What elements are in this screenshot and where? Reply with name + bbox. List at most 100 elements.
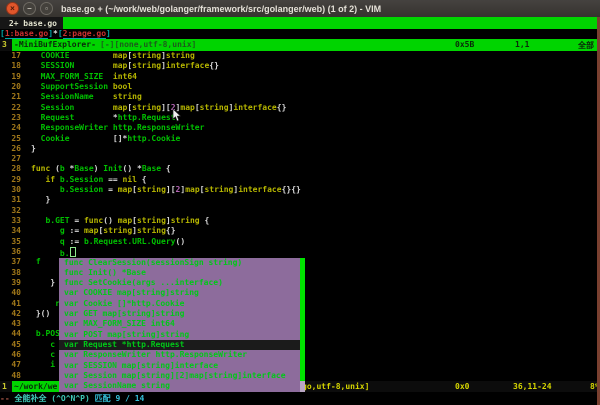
line-number: 24: [0, 123, 21, 133]
code-text: r: [31, 299, 60, 309]
completion-item[interactable]: var COOKIE map[string]string: [59, 288, 300, 298]
line-number: 36: [0, 247, 21, 257]
completion-item[interactable]: var GET map[string]string: [59, 309, 300, 319]
completion-popup: func ClearSession(sessionSign string)fun…: [59, 258, 305, 392]
line-number: 33: [0, 216, 21, 226]
line-number: 17: [0, 51, 21, 61]
completion-item[interactable]: var MAX_FORM_SIZE int64: [59, 319, 300, 329]
buffer-tab-page[interactable]: [2:page.go]: [58, 29, 111, 39]
mouse-pointer-icon: [172, 108, 181, 122]
popup-scrollbar-thumb[interactable]: [300, 258, 305, 382]
statusline-ruler: 1,1: [515, 40, 529, 49]
line-number: 29: [0, 175, 21, 185]
code-line[interactable]: 27: [0, 154, 600, 164]
maximize-button[interactable]: ▫: [40, 2, 53, 15]
code-line[interactable]: 29 if b.Session == nil {: [0, 175, 600, 185]
code-line[interactable]: 18 SESSION map[string]interface{}: [0, 61, 600, 71]
code-line[interactable]: 30 b.Session = map[string][2]map[string]…: [0, 185, 600, 195]
completion-item[interactable]: func Init() *Base: [59, 268, 300, 278]
statusline-percent: 全部: [578, 40, 594, 51]
code-text: if b.Session == nil {: [31, 175, 147, 185]
line-number: 31: [0, 195, 21, 205]
code-line[interactable]: 17 COOKIE map[string]string: [0, 51, 600, 61]
code-text: MAX_FORM_SIZE int64: [31, 72, 137, 82]
code-line[interactable]: 35 q := b.Request.URL.Query(): [0, 237, 600, 247]
tab-label[interactable]: 2+ base.go: [4, 19, 62, 28]
code-line[interactable]: 26}: [0, 144, 600, 154]
code-line[interactable]: 33 b.GET = func() map[string]string {: [0, 216, 600, 226]
code-text: SessionName string: [31, 92, 142, 102]
code-line[interactable]: 28 func (b *Base) Init() *Base {: [0, 164, 600, 174]
line-number: 45: [0, 340, 21, 350]
code-text: i: [31, 360, 55, 370]
line-number: 21: [0, 92, 21, 102]
completion-item-selected[interactable]: var Request *http.Request: [59, 340, 300, 350]
line-number: 19: [0, 72, 21, 82]
line-number: 37: [0, 257, 21, 267]
buffer-tab-base[interactable]: [1:base.go]*: [0, 29, 58, 39]
statusline-filename: -MiniBufExplorer-: [14, 40, 96, 49]
line-number: 43: [0, 319, 21, 329]
line-number: 26: [0, 144, 21, 154]
completion-item[interactable]: var ResponseWriter http.ResponseWriter: [59, 350, 300, 360]
code-text: b.: [31, 247, 76, 257]
line-number: 27: [0, 154, 21, 164]
code-text: Request *http.Request: [31, 113, 176, 123]
code-line[interactable]: 32: [0, 206, 600, 216]
code-line[interactable]: 34 g := map[string]string{}: [0, 226, 600, 236]
line-number: 47: [0, 360, 21, 370]
code-line[interactable]: 31 }: [0, 195, 600, 205]
code-line[interactable]: 21 SessionName string: [0, 92, 600, 102]
line-number: 40: [0, 288, 21, 298]
completion-popup-items: func ClearSession(sessionSign string)fun…: [59, 258, 305, 392]
statusline-flags: [-][none,utf-8,unix]: [100, 40, 196, 49]
popup-scrollbar[interactable]: [300, 258, 305, 392]
statusline-minibufexplorer: 3 -MiniBufExplorer- [-][none,utf-8,unix]…: [0, 39, 600, 51]
code-text: }(): [31, 309, 50, 319]
line-number: 41: [0, 299, 21, 309]
minimize-button[interactable]: –: [23, 2, 36, 15]
titlebar: × – ▫ base.go + (~/work/web/golanger/fra…: [0, 0, 600, 18]
code-text: g := map[string]string{}: [31, 226, 176, 236]
line-number: 30: [0, 185, 21, 195]
completion-item[interactable]: var POST map[string]string: [59, 330, 300, 340]
text-cursor: [70, 247, 77, 257]
code-text: b.Session = map[string][2]map[string]int…: [31, 185, 301, 195]
line-number: 25: [0, 134, 21, 144]
gvim-window: × – ▫ base.go + (~/work/web/golanger/fra…: [0, 0, 600, 405]
window-title: base.go + (~/work/web/golanger/framework…: [61, 4, 381, 14]
line-number: 18: [0, 61, 21, 71]
minibufexplorer-list: [1:base.go]*[2:page.go]: [0, 29, 600, 39]
code-line[interactable]: 23 Request *http.Request: [0, 113, 600, 123]
code-text: }: [31, 144, 36, 154]
statusline-ruler: 36,11-24: [513, 382, 552, 391]
code-text: b.GET = func() map[string]string {: [31, 216, 209, 226]
code-text: SupportSession bool: [31, 82, 132, 92]
completion-item[interactable]: func SetCookie(args ...interface): [59, 278, 300, 288]
statusline-hex: 0x5B: [455, 40, 474, 49]
statusline-filepath: ~/work/we: [14, 382, 57, 391]
code-line[interactable]: 20 SupportSession bool: [0, 82, 600, 92]
code-text: Session map[string][2]map[string]interfa…: [31, 103, 286, 113]
completion-item[interactable]: var SESSION map[string]interface: [59, 361, 300, 371]
code-line[interactable]: 24 ResponseWriter http.ResponseWriter: [0, 123, 600, 133]
code-text: }: [31, 195, 50, 205]
message-line: -- 全能补全 (^O^N^P) 匹配 9 / 14: [0, 393, 600, 405]
line-number: 22: [0, 103, 21, 113]
code-line[interactable]: 22 Session map[string][2]map[string]inte…: [0, 103, 600, 113]
line-number: 38: [0, 268, 21, 278]
code-line[interactable]: 36 b.: [0, 247, 600, 257]
code-text: func (b *Base) Init() *Base {: [31, 164, 171, 174]
close-button[interactable]: ×: [6, 2, 19, 15]
code-text: ResponseWriter http.ResponseWriter: [31, 123, 204, 133]
code-line[interactable]: 25 Cookie []*http.Cookie: [0, 134, 600, 144]
line-number: 28: [0, 164, 21, 174]
completion-item[interactable]: var Session map[string][2]map[string]int…: [59, 371, 300, 381]
code-line[interactable]: 19 MAX_FORM_SIZE int64: [0, 72, 600, 82]
code-text: q := b.Request.URL.Query(): [31, 237, 185, 247]
match-count: 匹配 9 / 14: [95, 394, 145, 403]
completion-item[interactable]: var Cookie []*http.Cookie: [59, 299, 300, 309]
line-number: 35: [0, 237, 21, 247]
completion-item[interactable]: var SessionName string: [59, 381, 300, 391]
completion-item[interactable]: func ClearSession(sessionSign string): [59, 258, 300, 268]
